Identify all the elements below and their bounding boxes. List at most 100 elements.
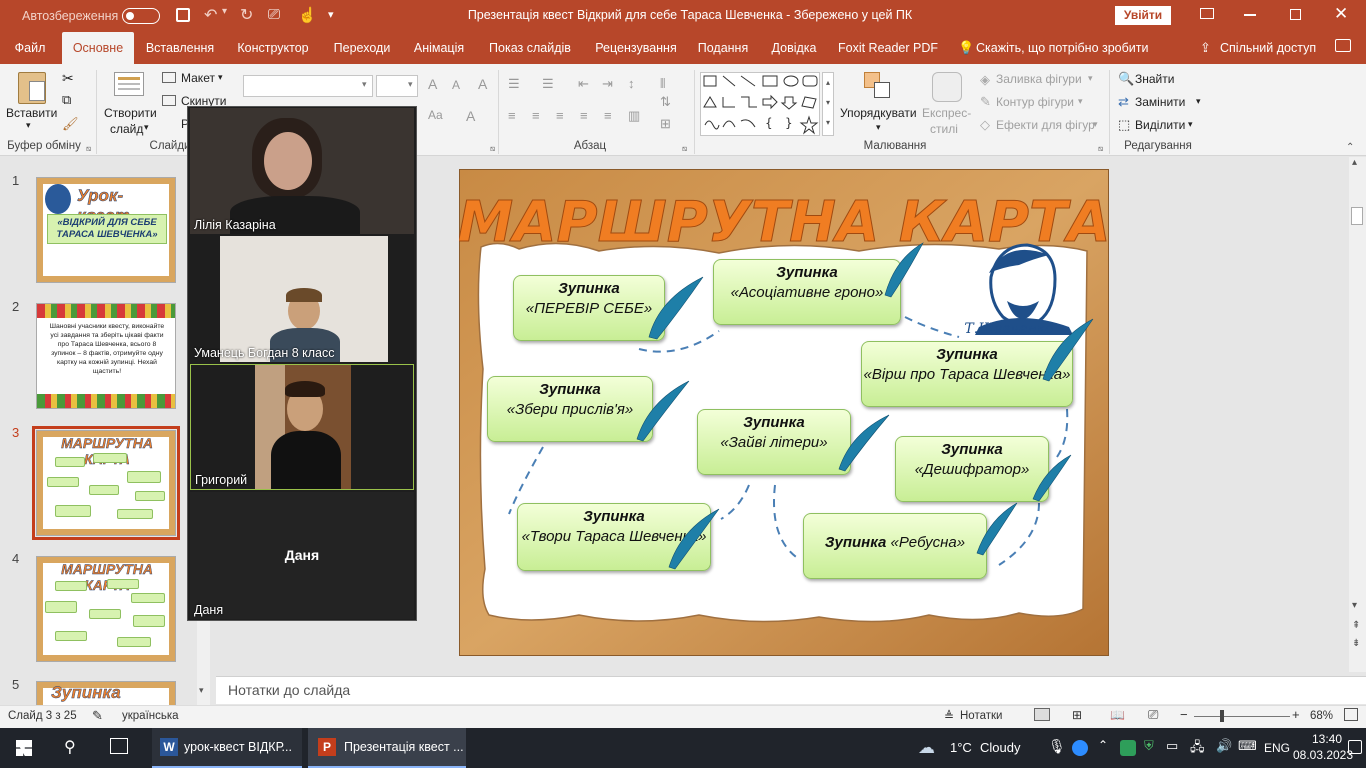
participant-tile-3[interactable]: Григорий: [190, 364, 414, 490]
find-icon[interactable]: 🔍: [1118, 71, 1134, 87]
replace-dropdown-icon[interactable]: ▾: [1196, 96, 1201, 107]
decrease-font-icon[interactable]: A: [452, 78, 460, 92]
clock-date[interactable]: 08.03.2023: [1290, 748, 1356, 762]
numbering-icon[interactable]: ☰: [542, 76, 554, 92]
clipboard-launcher-icon[interactable]: ⧅: [86, 144, 91, 154]
stop-card-5[interactable]: Зупинка «Зайві літери»: [697, 409, 851, 475]
keyboard-icon[interactable]: ⌨: [1238, 738, 1257, 754]
weather-text[interactable]: Cloudy: [980, 740, 1020, 755]
shapes-gallery[interactable]: { }: [700, 72, 820, 136]
new-slide-button[interactable]: Створити: [104, 106, 157, 120]
volume-icon[interactable]: 🔊: [1216, 738, 1232, 754]
replace-icon[interactable]: ⇄: [1118, 94, 1129, 110]
tab-file[interactable]: Файл: [8, 32, 52, 64]
find-button[interactable]: Знайти: [1135, 72, 1174, 86]
undo-dropdown-icon[interactable]: ▾: [222, 6, 227, 17]
align-center-icon[interactable]: ≡: [532, 108, 540, 123]
columns-icon[interactable]: ⫴: [660, 76, 665, 92]
tab-animations[interactable]: Анімація: [406, 32, 472, 64]
zoom-level[interactable]: 68%: [1310, 710, 1333, 722]
tab-review[interactable]: Рецензування: [590, 32, 682, 64]
start-icon[interactable]: [16, 740, 32, 756]
previous-slide-icon[interactable]: ⇞: [1352, 620, 1360, 631]
select-icon[interactable]: ⬚: [1118, 117, 1130, 133]
zoom-out-icon[interactable]: −: [1180, 707, 1188, 722]
next-slide-icon[interactable]: ⇟: [1352, 638, 1360, 649]
paste-dropdown-icon[interactable]: ▾: [26, 120, 31, 131]
comments-icon[interactable]: [1335, 39, 1351, 52]
share-button[interactable]: Спільний доступ: [1220, 41, 1316, 55]
ribbon-display-options-icon[interactable]: [1200, 8, 1214, 19]
normal-view-icon[interactable]: [1034, 708, 1050, 721]
cut-icon[interactable]: ✂: [62, 70, 74, 87]
network-icon[interactable]: 🖧: [1190, 738, 1205, 760]
shape-effects-icon[interactable]: ◇: [980, 117, 990, 133]
tab-slideshow[interactable]: Показ слайдів: [484, 32, 576, 64]
shape-outline-dropdown-icon[interactable]: ▾: [1078, 96, 1083, 107]
tray-app-icon[interactable]: [1120, 740, 1136, 756]
column-layout-icon[interactable]: ▥: [628, 108, 640, 124]
slide-thumbnail-2[interactable]: Шановні учасники квесту, виконайте усі з…: [36, 303, 176, 409]
arrange-icon[interactable]: [864, 72, 892, 100]
select-dropdown-icon[interactable]: ▾: [1188, 119, 1193, 130]
tell-me-search[interactable]: Скажіть, що потрібно зробити: [976, 41, 1149, 55]
slide-thumbnail-5[interactable]: Зупинка: [36, 681, 176, 705]
change-case-icon[interactable]: Aa: [428, 108, 443, 122]
notes-toggle-button[interactable]: Нотатки: [960, 710, 1002, 722]
thumbnails-scroll-down-icon[interactable]: ▾: [199, 685, 204, 696]
shape-outline-icon[interactable]: ✎: [980, 94, 991, 110]
language-indicator[interactable]: українська: [122, 710, 179, 722]
decrease-indent-icon[interactable]: ⇤: [578, 76, 589, 92]
clear-format-icon[interactable]: A: [478, 76, 487, 92]
undo-icon[interactable]: ↶: [204, 5, 217, 25]
quick-styles-icon[interactable]: [932, 72, 962, 102]
scroll-up-icon[interactable]: ▴: [1352, 157, 1357, 168]
scroll-thumb[interactable]: [1351, 207, 1363, 225]
notifications-icon[interactable]: [1348, 740, 1362, 754]
scroll-down-icon[interactable]: ▾: [1352, 600, 1357, 611]
align-left-icon[interactable]: ≡: [508, 108, 516, 123]
slideshow-icon[interactable]: ⎚: [1148, 707, 1158, 723]
slide-thumbnail-1[interactable]: Урок-квест «ВІДКРИЙ ДЛЯ СЕБЕ ТАРАСА ШЕВЧ…: [36, 177, 176, 283]
participant-tile-2[interactable]: Уманець Богдан 8 класс: [190, 236, 414, 362]
new-slide-icon[interactable]: [114, 72, 144, 96]
battery-icon[interactable]: ▭: [1166, 738, 1178, 754]
reset-icon[interactable]: [162, 95, 176, 106]
stop-card-3[interactable]: Зупинка «Вірш про Тараса Шевченка»: [861, 341, 1073, 407]
microphone-icon[interactable]: 🎙: [1048, 738, 1066, 755]
minimize-icon[interactable]: [1244, 14, 1256, 16]
present-from-start-icon[interactable]: ⎚: [268, 6, 280, 23]
tray-overflow-icon[interactable]: ⌃: [1098, 738, 1108, 752]
reading-view-icon[interactable]: 📖: [1110, 708, 1125, 722]
customize-toolbar-icon[interactable]: ▾: [328, 8, 334, 21]
shape-fill-button[interactable]: Заливка фігури: [996, 72, 1082, 86]
drawing-launcher-icon[interactable]: ⧅: [1098, 144, 1103, 154]
stop-card-1[interactable]: Зупинка «ПЕРЕВІР СЕБЕ»: [513, 275, 665, 341]
smartart-icon[interactable]: ⊞: [660, 116, 671, 132]
format-painter-icon[interactable]: 🖌: [62, 116, 79, 132]
weather-temperature[interactable]: 1°C: [950, 740, 972, 755]
replace-button[interactable]: Замінити: [1135, 95, 1185, 109]
zoom-slider[interactable]: [1194, 716, 1290, 717]
notes-icon[interactable]: ≜: [944, 709, 954, 723]
redo-icon[interactable]: ↻: [240, 5, 253, 25]
participant-tile-1[interactable]: Лілія Казаріна: [190, 108, 414, 234]
shape-fill-dropdown-icon[interactable]: ▾: [1088, 73, 1093, 84]
tab-foxit[interactable]: Foxit Reader PDF: [836, 32, 940, 64]
paste-icon[interactable]: [18, 72, 46, 104]
slide-scrollbar[interactable]: ▴ ▾ ⇞ ⇟: [1349, 157, 1366, 672]
new-slide-dropdown-icon[interactable]: ▾: [144, 122, 149, 133]
close-icon[interactable]: ✕: [1334, 4, 1348, 24]
stop-card-2[interactable]: Зупинка «Асоціативне гроно»: [713, 259, 901, 325]
stop-card-4[interactable]: Зупинка «Збери прислів'я»: [487, 376, 653, 442]
stop-card-7[interactable]: Зупинка «Твори Тараса Шевченка»: [517, 503, 711, 571]
layout-icon[interactable]: [162, 72, 176, 83]
task-view-icon[interactable]: [110, 738, 128, 754]
font-color-icon[interactable]: A: [466, 108, 475, 124]
justify-icon[interactable]: ≡: [580, 108, 588, 123]
slide-thumbnail-4[interactable]: МАРШРУТНА КАРТА: [36, 556, 176, 662]
shape-fill-icon[interactable]: ◈: [980, 72, 990, 88]
align-right-icon[interactable]: ≡: [556, 108, 564, 123]
security-icon[interactable]: ⛨: [1144, 738, 1154, 754]
clock-time[interactable]: 13:40: [1298, 732, 1342, 746]
